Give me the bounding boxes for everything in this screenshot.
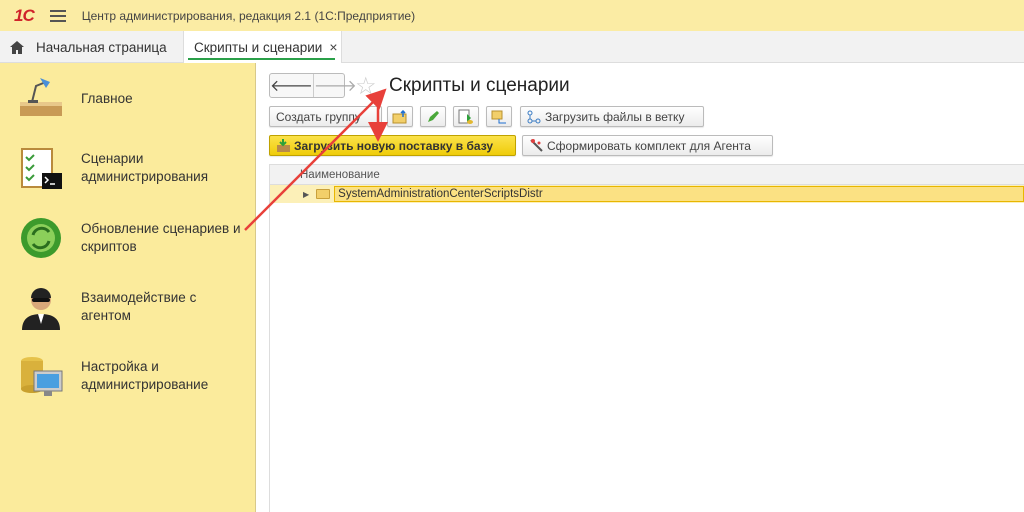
scripts-table: Наименование ▶ SystemAdministrationCente…: [269, 164, 1024, 512]
edit-button[interactable]: [420, 106, 446, 127]
green-refresh-icon: [21, 218, 61, 258]
sidebar-item-label: Взаимодействие с агентом: [81, 290, 197, 323]
folder-icon: [316, 189, 331, 199]
build-agent-kit-button[interactable]: Сформировать комплект для Агента: [522, 135, 773, 156]
folder-up-icon: [392, 109, 407, 123]
load-button[interactable]: [453, 106, 479, 127]
close-icon[interactable]: ×: [329, 39, 337, 55]
sidebar-item-label: Обновление сценариев и скриптов: [81, 221, 241, 254]
agent-person-icon: [22, 288, 60, 330]
folder-tree-button[interactable]: [486, 106, 512, 127]
tab-label: Скрипты и сценарии: [194, 39, 323, 55]
load-files-button[interactable]: Загрузить файлы в ветку: [520, 106, 704, 127]
move-to-group-button[interactable]: [387, 106, 413, 127]
forward-button[interactable]: 🡒: [312, 74, 357, 97]
database-monitor-icon: [21, 357, 63, 396]
magic-wand-icon: [530, 139, 543, 152]
home-icon: [10, 40, 24, 54]
branch-icon: [527, 110, 541, 123]
checklist-terminal-icon: [21, 148, 62, 189]
button-label: Создать группу: [276, 109, 361, 124]
tab-home[interactable]: Начальная страница: [10, 31, 167, 63]
create-group-button[interactable]: Создать группу: [269, 106, 382, 127]
button-label: Загрузить новую поставку в базу: [294, 138, 494, 153]
sidebar-item-label: Сценарии администрирования: [81, 151, 209, 184]
sidebar-item-agent[interactable]: Взаимодействие с агентом: [0, 281, 256, 333]
button-label: Загрузить файлы в ветку: [545, 109, 685, 124]
table-row[interactable]: ▶ SystemAdministrationCenterScriptsDistr: [270, 185, 1024, 203]
expand-icon[interactable]: ▶: [303, 190, 309, 199]
app-title: Центр администрирования, редакция 2.1 (1…: [81, 8, 416, 23]
package-load-icon: [277, 139, 290, 152]
row-name: SystemAdministrationCenterScriptsDistr: [334, 186, 1024, 202]
sidebar-item-admin-scenarios[interactable]: Сценарии администрирования: [0, 143, 256, 193]
sidebar-item-label: Главное: [81, 91, 133, 106]
tab-label: Начальная страница: [36, 39, 167, 55]
nav-buttons: 🡐 🡒: [269, 73, 357, 98]
document-load-icon: [458, 109, 473, 124]
tab-scripts[interactable]: Скрипты и сценарии ×: [183, 31, 342, 63]
folder-branch-icon: [491, 110, 506, 123]
1c-logo: 1C: [14, 5, 35, 25]
desk-lamp-icon: [20, 78, 62, 116]
title-bar: 1C Центр администрирования, редакция 2.1…: [0, 0, 1024, 31]
main-content: 🡐 🡒 ☆ Скрипты и сценарии Создать группу …: [257, 63, 1024, 512]
load-delivery-button[interactable]: Загрузить новую поставку в базу: [269, 135, 516, 156]
back-button[interactable]: 🡐: [270, 74, 313, 97]
sidebar-item-settings[interactable]: Настройка и администрирование: [0, 350, 256, 402]
sidebar-item-main[interactable]: Главное: [0, 75, 256, 123]
button-label: Сформировать комплект для Агента: [547, 138, 751, 153]
sidebar-item-update-scripts[interactable]: Обновление сценариев и скриптов: [0, 213, 256, 263]
favorite-star-icon[interactable]: ☆: [355, 72, 377, 101]
menu-icon[interactable]: [49, 9, 66, 22]
sidebar: Главное Сценарии администрирования Обнов…: [0, 63, 256, 512]
column-header-name[interactable]: Наименование: [270, 165, 1024, 185]
pencil-icon: [428, 110, 439, 122]
sidebar-item-label: Настройка и администрирование: [81, 359, 209, 392]
page-title: Скрипты и сценарии: [389, 75, 570, 96]
tab-bar: Начальная страница Скрипты и сценарии ×: [0, 31, 1024, 63]
